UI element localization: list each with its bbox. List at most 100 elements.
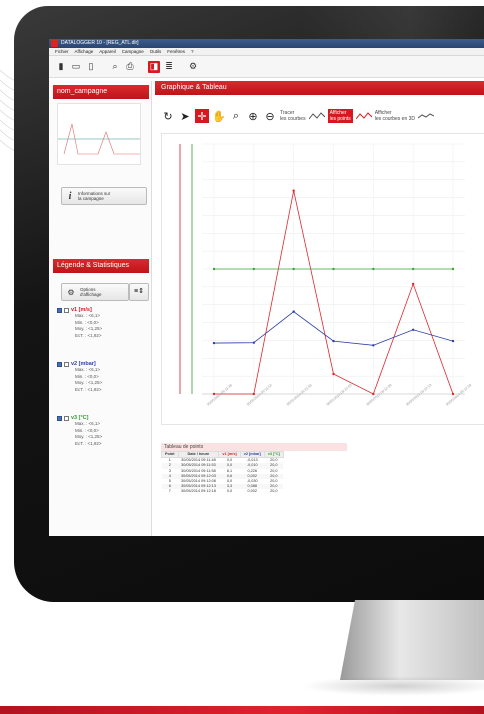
data-point xyxy=(451,267,455,271)
monitor-stand xyxy=(340,600,484,680)
points-table: Point Date / heure v1 [m/s] v2 [mbar] v3 [°C… xyxy=(161,450,284,495)
points-table-panel: Tableau de points Point Date / heure v1 [m… xyxy=(161,443,484,503)
zoom-doc-icon[interactable]: ⌕ xyxy=(109,61,121,73)
refresh-icon[interactable]: ↻ xyxy=(161,109,175,123)
data-point xyxy=(332,267,335,271)
menu-campagne[interactable]: Campagne xyxy=(122,48,144,55)
data-point xyxy=(292,267,295,271)
legend-channel-v3: v3 [°C] Max. : <6,1> Min. : <0,0> Moy. :… xyxy=(57,415,102,447)
x-tick-label: 30/05/2014 09:12:08 xyxy=(365,383,392,407)
table-row[interactable]: 7 30/05/2014 09:12:18 0,0 0,002 20,0 xyxy=(162,489,284,494)
brand-floor-line xyxy=(0,706,484,714)
settings-icon: ⚙ xyxy=(67,287,75,297)
data-point xyxy=(372,392,375,396)
open-book-icon[interactable]: ▮ xyxy=(55,61,67,73)
legend-header: Légende & Statistiques xyxy=(53,259,149,273)
data-point xyxy=(252,392,256,396)
data-point xyxy=(411,328,415,331)
data-point xyxy=(212,392,216,396)
zoom-icon[interactable]: ⌕ xyxy=(229,109,243,123)
line-chart[interactable]: 30/05/2014 09:11:48 30/05/2014 09:11:53 30… xyxy=(162,134,484,424)
zoom-out-icon[interactable]: ⊖ xyxy=(263,109,277,123)
data-point xyxy=(292,310,295,313)
info-icon: i xyxy=(68,190,72,202)
main-toolbar: ▮ ▭ ▯ ⌕ ⎙ ◨ ≣ ⚙ xyxy=(49,56,484,78)
data-point xyxy=(212,341,216,345)
stat-stddev: EcT. : <1,92> xyxy=(75,332,102,338)
table-header-cell[interactable]: v2 [mbar] xyxy=(239,450,265,459)
legend-channel-v1: v1 [m/s] Max. : <6,1> Min. : <0,0> Moy. … xyxy=(57,307,102,339)
channel-v1-expand-icon[interactable] xyxy=(64,307,69,313)
stand-shadow xyxy=(300,676,484,696)
data-point xyxy=(332,372,335,376)
left-panel: nom_campagne i Informations sur la campa… xyxy=(49,81,152,536)
crosshair-icon[interactable]: ✛ xyxy=(195,109,209,123)
channel-v1-checkbox[interactable] xyxy=(57,307,62,313)
data-point xyxy=(411,282,415,286)
data-point xyxy=(372,267,375,271)
show-3d-button[interactable]: Afficher les courbes en 3D xyxy=(375,110,415,122)
menu-outils[interactable]: Outils xyxy=(150,48,162,55)
data-point xyxy=(451,339,455,343)
monitor-screen: DATALOGGER 10 - [REG_ATL.dlr] Fichier Af… xyxy=(49,39,484,536)
data-point xyxy=(451,392,455,396)
settings-icon[interactable]: ⚙ xyxy=(187,61,199,73)
menu-fenetres[interactable]: Fenêtres xyxy=(167,48,185,55)
data-point xyxy=(212,267,216,271)
x-tick-label: 30/05/2014 09:12:13 xyxy=(405,383,432,407)
table-cell: 7 xyxy=(168,489,171,494)
stat-stddev: EcT. : <1,92> xyxy=(75,386,102,392)
app-logo-icon xyxy=(51,40,58,47)
data-point xyxy=(252,341,256,344)
table-cell: 30/05/2014 09:12:18 xyxy=(181,489,216,494)
channel-v3-checkbox[interactable] xyxy=(57,415,62,421)
x-tick-label: 30/05/2014 09:11:53 xyxy=(246,383,273,407)
data-point xyxy=(292,189,295,192)
pointer-icon[interactable]: ➤ xyxy=(178,109,192,123)
data-point xyxy=(252,267,256,271)
x-tick-label: 30/05/2014 09:12:03 xyxy=(326,383,353,407)
points-curve-icon xyxy=(355,112,372,120)
menu-bar: Fichier Affichage Appareil Campagne Outi… xyxy=(49,48,484,56)
campaign-info-button[interactable]: i Informations sur la campagne xyxy=(61,187,147,205)
menu-affichage[interactable]: Affichage xyxy=(75,48,94,55)
hand-pan-icon[interactable]: ✋ xyxy=(212,109,226,123)
save-icon[interactable]: ▭ xyxy=(70,61,82,73)
data-point xyxy=(332,339,335,343)
chart-toolbar: ↻ ➤ ✛ ✋ ⌕ ⊕ ⊖ Tracer les courbes Afficher… xyxy=(155,105,484,127)
data-point xyxy=(411,267,415,271)
stat-stddev: EcT. : <1,92> xyxy=(75,440,102,446)
campaign-header: nom_campagne xyxy=(53,85,149,99)
database-icon[interactable]: ≣ xyxy=(163,61,175,73)
table-cell: 30/05/2014 09:11:53 xyxy=(178,463,219,469)
print-icon[interactable]: ⎙ xyxy=(124,61,136,73)
chart-area[interactable]: 30/05/2014 09:11:48 30/05/2014 09:11:53 30… xyxy=(161,133,484,425)
x-tick-label: 30/05/2014 09:11:58 xyxy=(286,383,313,407)
print-preview-icon[interactable]: ▯ xyxy=(85,61,97,73)
trace-curves-button[interactable]: Tracer les courbes xyxy=(280,110,306,122)
table-cell: 20,0 xyxy=(270,489,278,494)
display-options-button[interactable]: ⚙ Options d'affichage xyxy=(61,283,129,301)
x-tick-label: 30/05/2014 09:12:18 xyxy=(445,383,472,407)
channel-v2-checkbox[interactable] xyxy=(57,361,62,367)
channel-v2-expand-icon[interactable] xyxy=(64,361,69,367)
table-cell: 0,0 xyxy=(226,489,233,494)
points-table-title: Tableau de points xyxy=(161,443,347,451)
legend-channel-v2: v2 [mbar] Max. : <6,1> Min. : <0,0> Moy.… xyxy=(57,361,102,393)
channel-v3-expand-icon[interactable] xyxy=(64,415,69,421)
show-points-button[interactable]: Afficher les points xyxy=(327,109,353,123)
sort-toggle-icon[interactable]: ≡⇕ xyxy=(129,283,149,301)
menu-help[interactable]: ? xyxy=(191,48,194,55)
graph-view-icon[interactable]: ◨ xyxy=(148,60,160,73)
menu-fichier[interactable]: Fichier xyxy=(55,48,69,55)
x-tick-label: 30/05/2014 09:11:48 xyxy=(206,383,233,407)
curve-3d-icon xyxy=(418,113,435,119)
zoom-in-icon[interactable]: ⊕ xyxy=(246,109,260,123)
data-point xyxy=(372,344,375,347)
graph-table-header: Graphique & Tableau xyxy=(155,81,484,95)
menu-appareil[interactable]: Appareil xyxy=(99,48,116,55)
window-titlebar: DATALOGGER 10 - [REG_ATL.dlr] xyxy=(49,39,484,48)
curve-icon xyxy=(308,112,325,120)
table-cell: 0,002 xyxy=(247,489,257,494)
window-title: DATALOGGER 10 - [REG_ATL.dlr] xyxy=(61,40,139,46)
